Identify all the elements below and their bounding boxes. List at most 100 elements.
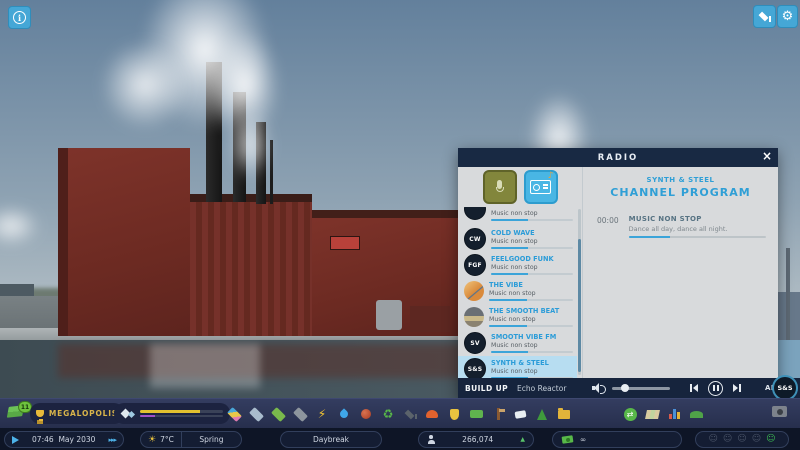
healthcare-icon[interactable] [358, 405, 374, 423]
play-button[interactable] [12, 436, 19, 444]
districts-icon[interactable] [292, 405, 308, 423]
welfare-icon[interactable] [490, 405, 506, 423]
communications-icon[interactable] [512, 405, 528, 423]
trophy-icon [36, 410, 44, 417]
speaker-icon[interactable] [592, 383, 602, 393]
progress-button[interactable] [114, 403, 230, 424]
population-indicator[interactable]: 266,074 ▲ [418, 431, 534, 448]
gear-icon: ⚙ [782, 10, 794, 23]
tab-talk-shows[interactable] [483, 170, 517, 204]
fire-rescue-icon[interactable] [424, 405, 440, 423]
program-progress [629, 236, 766, 238]
music-note-icon: ♪ [548, 171, 554, 181]
storage-tank [376, 300, 402, 330]
radio-panel: RADIO × ♪ [458, 148, 778, 398]
station-progress [491, 219, 573, 221]
radio-icon [530, 180, 551, 194]
game-screen: i ⚙ RADIO × ♪ [0, 0, 800, 450]
smoke-plume [228, 110, 272, 180]
zones-icon[interactable] [226, 405, 242, 423]
pause-button[interactable] [708, 381, 723, 396]
electricity-icon[interactable]: ⚡ [314, 405, 330, 423]
station-item-selected[interactable]: S&S SYNTH & STEEL Music non stop [458, 356, 577, 378]
happiness-face-icon: ☺ [737, 435, 746, 444]
program-entry: 00:00 MUSIC NON STOP Dance all day, danc… [597, 215, 766, 238]
distant-tower [786, 248, 790, 344]
weather-season[interactable]: ☀ 7°C Spring [140, 431, 242, 448]
smoke-plume [0, 206, 40, 246]
station-progress [491, 247, 573, 249]
factory-shadow [58, 148, 68, 336]
statistics-icon[interactable] [666, 405, 682, 423]
station-item[interactable]: Music non stop [458, 207, 577, 226]
photo-mode-icon[interactable] [772, 406, 787, 417]
time-of-day[interactable]: Daybreak [280, 431, 382, 448]
happiness-indicator[interactable]: ☺ ☺ ☺ ☺ ☺ [695, 431, 789, 448]
graduation-cap-icon [758, 12, 772, 22]
station-list: Music non stop CW COLD WAVE Music non st… [458, 207, 582, 378]
station-item[interactable]: SV SMOOTH VIBE FM Music non stop [458, 330, 577, 356]
program-title: MUSIC NON STOP [629, 215, 766, 223]
previous-track-button[interactable] [690, 384, 698, 392]
money-indicator[interactable]: ∞ [552, 431, 682, 448]
parks-icon[interactable] [534, 405, 550, 423]
station-item[interactable]: THE SMOOTH BEAT Music non stop [458, 304, 577, 330]
now-playing-show: BUILD UP [465, 384, 508, 393]
scrollbar-thumb[interactable] [578, 239, 581, 372]
program-description: Dance all day, dance all night. [629, 225, 766, 233]
scrollbar[interactable] [578, 209, 581, 375]
game-time: 07:46 May 2030 [32, 435, 95, 444]
station-logo: S&S [464, 358, 486, 378]
radio-panel-header[interactable]: RADIO × [458, 148, 778, 167]
status-bar: 07:46 May 2030 ▸▸▸ ☀ 7°C Spring Daybreak… [0, 428, 800, 450]
happiness-face-icon: ☺ [752, 435, 761, 444]
factory-building [190, 200, 312, 336]
sun-icon: ☀ [148, 435, 156, 445]
info-button[interactable]: i [8, 6, 31, 29]
program-heading: CHANNEL PROGRAM [583, 186, 778, 199]
station-item[interactable]: FGF FEELGOOD FUNK Music non stop [458, 252, 577, 278]
close-icon[interactable]: × [762, 149, 772, 163]
tab-radio-stations[interactable]: ♪ [524, 170, 558, 204]
happiness-face-icon: ☺ [709, 435, 718, 444]
smoke-plume [100, 40, 190, 130]
volume-knob[interactable] [621, 384, 629, 392]
toolbar-icons: ⚡ ♻ ⇄ [226, 402, 704, 426]
microphone-icon [496, 180, 504, 194]
time-controls: 07:46 May 2030 ▸▸▸ [4, 431, 124, 448]
education-icon[interactable] [402, 405, 418, 423]
station-logo: SV [464, 332, 486, 354]
station-item[interactable]: THE VIBE Music non stop [458, 278, 577, 304]
roads-icon[interactable] [248, 405, 264, 423]
water-icon[interactable] [336, 405, 352, 423]
tutorials-button[interactable] [753, 5, 776, 28]
happiness-face-icon-active: ☺ [766, 435, 775, 444]
transportation-icon[interactable] [468, 405, 484, 423]
factory-building [58, 148, 190, 336]
smoke-reflection [150, 344, 260, 388]
water-reflection [58, 344, 462, 378]
station-progress [491, 351, 573, 353]
now-playing-track: Echo Reactor [517, 384, 566, 393]
main-toolbar: 11 MEGALOPOLIS ⚡ ♻ [0, 398, 800, 429]
station-progress [489, 299, 573, 301]
milestone-name: MEGALOPOLIS [49, 409, 118, 418]
next-track-button[interactable] [733, 384, 741, 392]
program-station-name: SYNTH & STEEL [583, 176, 778, 184]
map-info-icon[interactable] [644, 405, 660, 423]
settings-button[interactable]: ⚙ [777, 5, 798, 28]
station-item[interactable]: CW COLD WAVE Music non stop [458, 226, 577, 252]
economy-icon[interactable]: ⇄ [622, 405, 638, 423]
program-time: 00:00 [597, 216, 619, 238]
areas-icon[interactable] [270, 405, 286, 423]
volume-slider[interactable] [612, 387, 670, 390]
speed-chevrons-icon[interactable]: ▸▸▸ [108, 436, 116, 444]
station-logo [464, 207, 486, 220]
radio-player-bar: BUILD UP Echo Reactor ADS ◉ S&S [458, 378, 800, 398]
police-icon[interactable] [446, 405, 462, 423]
offices-icon[interactable] [556, 405, 572, 423]
garbage-icon[interactable]: ♻ [380, 405, 396, 423]
milestone-button[interactable]: MEGALOPOLIS [30, 403, 124, 424]
radio-tabs: ♪ [458, 167, 582, 207]
terrain-icon[interactable] [688, 405, 704, 423]
